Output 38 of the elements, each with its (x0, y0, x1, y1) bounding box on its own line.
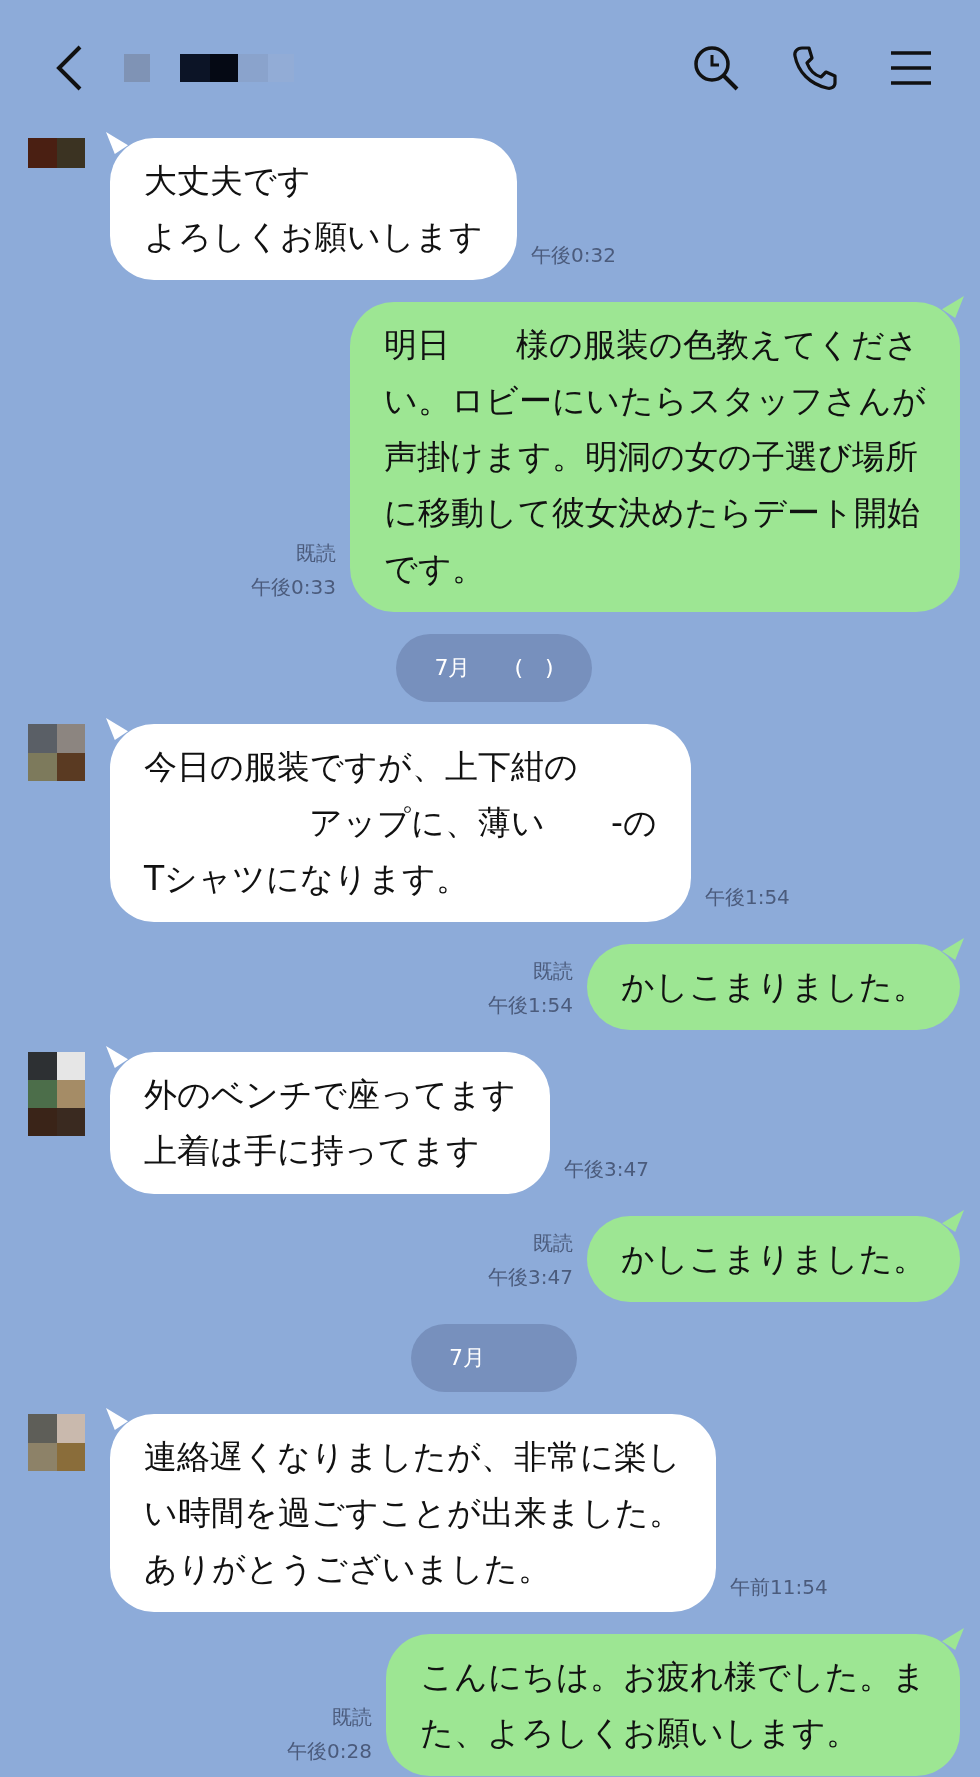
read-receipt: 既読 (533, 958, 573, 985)
message-text: かしこまりました。 (621, 966, 926, 1008)
message-text: こんにちは。お疲れ様でした。ま (420, 1656, 926, 1698)
message-text: よろしくお願いします (144, 216, 483, 258)
message-text: かしこまりました。 (621, 1238, 926, 1280)
timestamp: 午後1:54 (704, 884, 790, 911)
message-text: 連絡遅くなりましたが、非常に楽し (144, 1436, 682, 1478)
message-text: Tシャツになります。 (144, 858, 471, 900)
read-receipt: 既読 (296, 540, 336, 567)
timestamp: 午前11:54 (730, 1574, 828, 1601)
search-icon[interactable] (692, 44, 740, 92)
read-receipt: 既読 (332, 1704, 372, 1731)
message-text: アップに、薄い -の (308, 802, 657, 844)
timestamp: 午後0:32 (531, 242, 616, 269)
timestamp: 午後0:28 (287, 1738, 372, 1765)
message-text: た、よろしくお願いします。 (420, 1712, 860, 1754)
message-text: 上着は手に持ってます (144, 1130, 481, 1172)
date-separator: 7月 (411, 1324, 577, 1392)
timestamp: 午後3:47 (564, 1156, 649, 1183)
menu-icon[interactable] (890, 50, 932, 86)
message-text: 外のベンチで座ってます (144, 1074, 516, 1116)
message-text: 明日 様の服装の色教えてくださ (384, 324, 920, 366)
timestamp: 午後1:54 (488, 992, 573, 1019)
message-text: 今日の服装ですが、上下紺の (144, 746, 579, 788)
read-receipt: 既読 (533, 1230, 573, 1257)
message-text: 声掛けます。明洞の女の子選び場所 (384, 436, 919, 478)
phone-icon[interactable] (792, 45, 838, 91)
message-text: い。ロビーにいたらスタッフさんが (384, 380, 926, 422)
message-text: に移動して彼女決めたらデート開始 (384, 492, 921, 534)
timestamp: 午後3:47 (488, 1264, 573, 1291)
message-text: 大丈夫です (144, 160, 312, 202)
date-separator: 7月 ( ) (396, 634, 592, 702)
timestamp: 午後0:33 (251, 574, 336, 601)
message-text: い時間を過ごすことが出来ました。 (144, 1492, 682, 1534)
message-text: ありがとうございました。 (144, 1548, 552, 1590)
back-icon[interactable] (54, 44, 84, 92)
avatar[interactable] (28, 1052, 85, 1136)
message-text: です。 (384, 548, 486, 590)
